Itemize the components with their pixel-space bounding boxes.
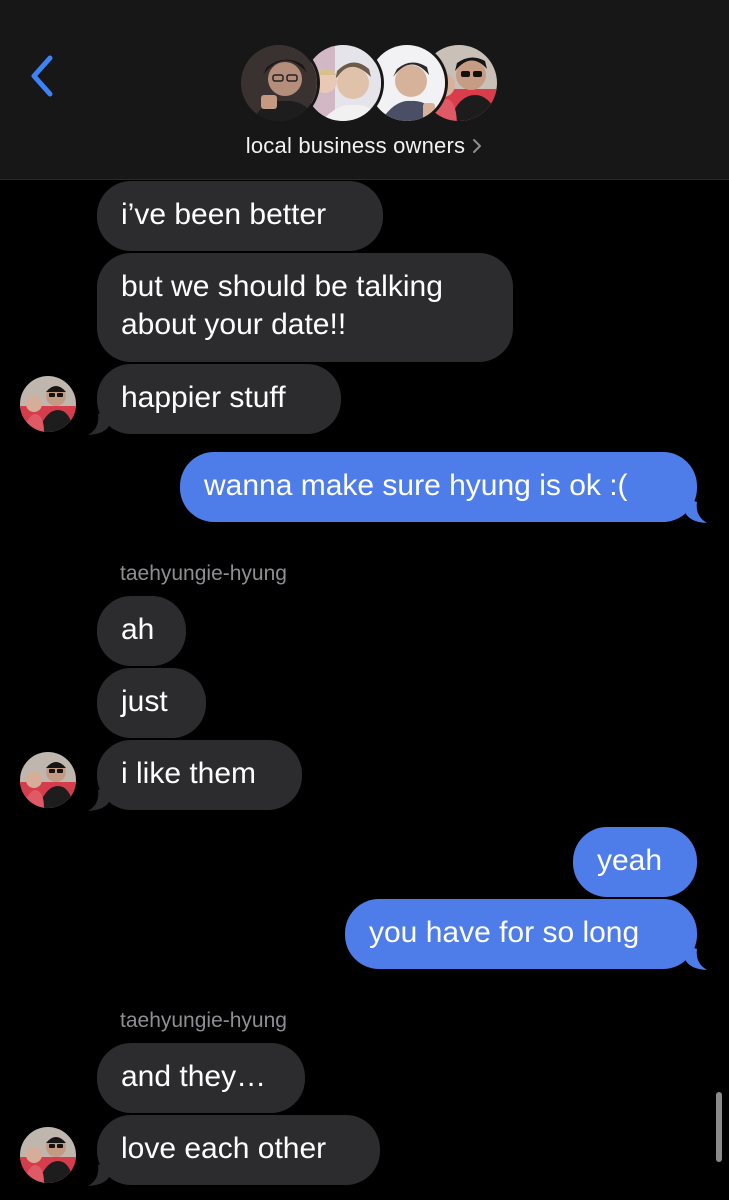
message-bubble-incoming[interactable]: but we should be talking about your date… (97, 253, 513, 362)
message-bubble-incoming[interactable]: love each other (97, 1115, 380, 1185)
message-text: and they… (121, 1060, 267, 1093)
message-text: ah (121, 613, 155, 646)
group-avatars[interactable] (238, 42, 500, 124)
group-title-button[interactable]: local business owners (0, 130, 729, 162)
bubble-tail (88, 1161, 110, 1186)
sender-name: taehyungie-hyung (120, 562, 287, 585)
message-text: yeah (597, 844, 663, 877)
message-text: i’ve been better (121, 198, 327, 231)
message-bubble-incoming[interactable]: just (97, 668, 206, 738)
sender-avatar[interactable] (20, 1127, 76, 1183)
bubble-tail (685, 498, 707, 523)
chevron-left-icon (31, 55, 53, 97)
message-text: just (121, 685, 168, 718)
message-bubble-outgoing[interactable]: wanna make sure hyung is ok :( (180, 452, 697, 522)
message-bubble-incoming[interactable]: and they… (97, 1043, 305, 1113)
message-bubble-outgoing[interactable]: you have for so long (345, 899, 697, 969)
sender-avatar[interactable] (20, 752, 76, 808)
back-button[interactable] (22, 50, 62, 102)
scrollbar[interactable] (716, 1092, 722, 1162)
bubble-tail (88, 786, 110, 811)
bubble-tail (685, 945, 707, 970)
message-bubble-incoming[interactable]: i’ve been better (97, 181, 383, 251)
message-text: love each other (121, 1132, 327, 1165)
message-text: wanna make sure hyung is ok :( (204, 469, 628, 502)
message-bubble-outgoing[interactable]: yeah (573, 827, 697, 897)
conversation-header: local business owners (0, 0, 729, 180)
messages-screen: local business owners i’ve been better b… (0, 0, 729, 1200)
bubble-tail (88, 410, 110, 435)
message-bubble-incoming[interactable]: i like them (97, 740, 302, 810)
message-bubble-incoming[interactable]: ah (97, 596, 186, 666)
message-bubble-incoming[interactable]: happier stuff (97, 364, 341, 434)
group-member-avatar (238, 42, 320, 124)
message-text: you have for so long (369, 916, 640, 949)
sender-avatar[interactable] (20, 376, 76, 432)
group-title: local business owners (245, 133, 466, 158)
message-text: but we should be talking about your date… (121, 270, 443, 341)
sender-name: taehyungie-hyung (120, 1009, 287, 1032)
message-text: i like them (121, 757, 257, 790)
message-text: happier stuff (121, 381, 286, 414)
chevron-right-icon (473, 139, 482, 153)
